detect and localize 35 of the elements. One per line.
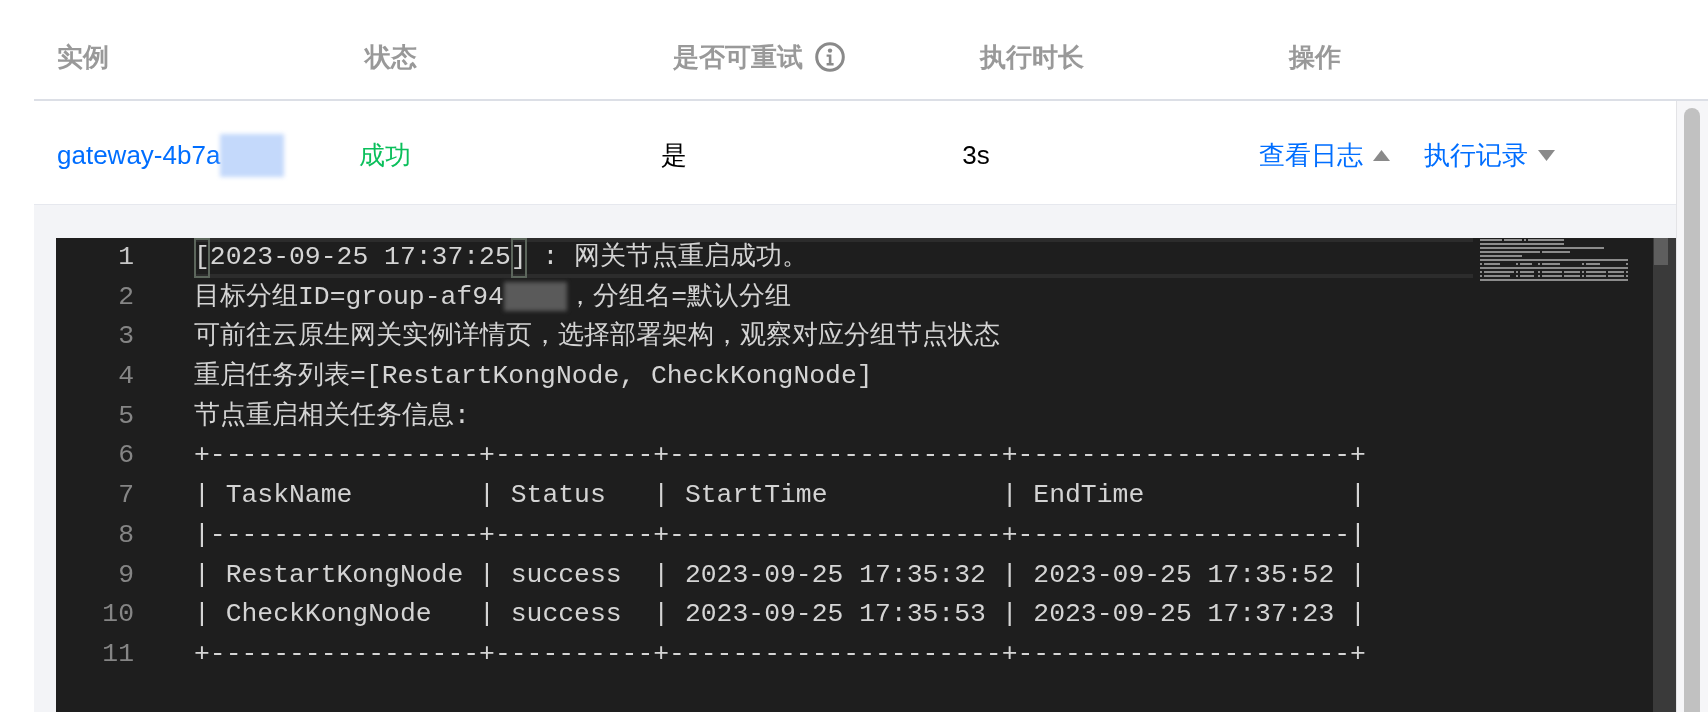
code-line: +-----------------+----------+---------------------+---------------------+ bbox=[194, 637, 1366, 671]
code-line: 节点重启相关任务信息: bbox=[194, 399, 470, 433]
table-cell: 3s bbox=[962, 139, 990, 171]
code-line: 目标分组ID=group-af94 ，分组名=默认分组 bbox=[194, 280, 792, 314]
line-number: 1 bbox=[118, 242, 134, 272]
scrollbar-thumb[interactable] bbox=[1654, 238, 1668, 265]
line-number: 9 bbox=[118, 559, 134, 590]
column-header: 实例 bbox=[57, 40, 109, 74]
column-header: 是否可重试 bbox=[673, 40, 803, 74]
line-number: 5 bbox=[118, 400, 134, 431]
line-number: 11 bbox=[102, 638, 134, 669]
line-number: 10 bbox=[102, 599, 134, 630]
column-header: 操作 bbox=[1289, 40, 1341, 74]
code-line: |-----------------+----------+---------------------+---------------------| bbox=[194, 518, 1366, 552]
column-header: 状态 bbox=[365, 40, 417, 74]
line-number: 6 bbox=[118, 440, 134, 471]
line-number: 3 bbox=[118, 321, 134, 352]
code-line: | CheckKongNode | success | 2023-09-25 17:35:53 | 2023-09-25 17:37:23 | bbox=[194, 598, 1366, 632]
line-number: 8 bbox=[118, 519, 134, 550]
code-line: +-----------------+----------+---------------------+---------------------+ bbox=[194, 439, 1366, 473]
column-header: 执行时长 bbox=[980, 40, 1084, 74]
status-text: 成功 bbox=[359, 138, 412, 172]
code-line: 可前往云原生网关实例详情页，选择部署架构，观察对应分组节点状态 bbox=[194, 320, 1000, 354]
table-cell-text: 是 bbox=[661, 138, 688, 172]
line-number: 4 bbox=[118, 361, 134, 392]
instance-link[interactable]: gateway-4b7a bbox=[57, 139, 221, 171]
line-number: 2 bbox=[118, 281, 134, 312]
action-link[interactable]: 查看日志 bbox=[1259, 137, 1391, 173]
code-line: | TaskName | Status | StartTime | EndTime | bbox=[194, 479, 1366, 513]
code-line: 重启任务列表=[RestartKongNode, CheckKongNode] bbox=[194, 360, 873, 394]
line-number: 7 bbox=[118, 480, 134, 511]
scrollbar-thumb[interactable] bbox=[1684, 108, 1700, 712]
code-line: | RestartKongNode | success | 2023-09-25 17:35:32 | 2023-09-25 17:35:52 | bbox=[194, 558, 1366, 592]
action-link[interactable]: 执行记录 bbox=[1424, 137, 1556, 173]
code-line: [2023-09-25 17:37:25] : 网关节点重启成功。 bbox=[194, 238, 809, 278]
